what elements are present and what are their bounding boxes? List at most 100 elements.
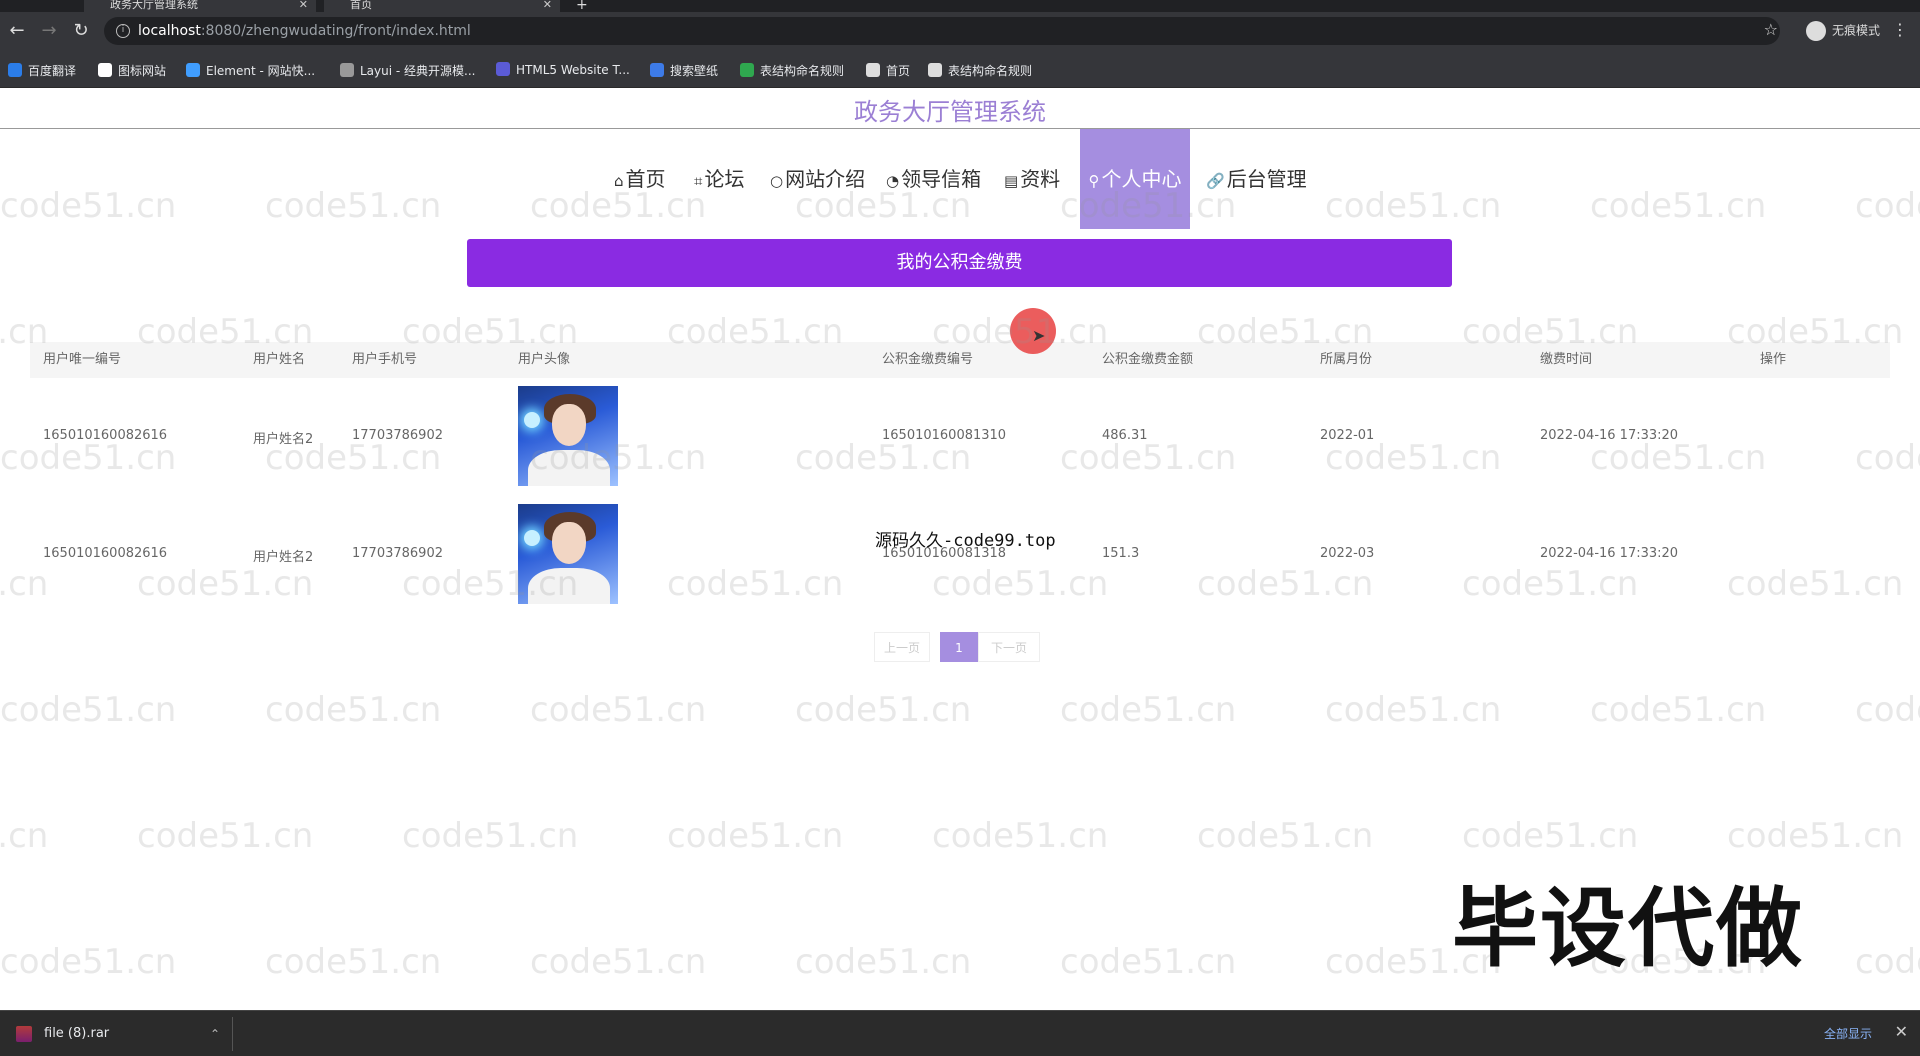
avatar bbox=[518, 504, 618, 604]
column-header: 公积金缴费编号 bbox=[882, 352, 974, 367]
bookmark-icon bbox=[740, 63, 754, 77]
bookmark-icon bbox=[928, 63, 942, 77]
chevron-up-icon[interactable]: ⌃ bbox=[210, 1021, 220, 1047]
incognito-icon bbox=[1805, 21, 1826, 41]
column-header: 用户手机号 bbox=[352, 352, 418, 367]
bookmark-item[interactable]: HTML5 Website T... bbox=[496, 62, 630, 77]
bookmark-label: 图标网站 bbox=[118, 64, 167, 78]
section-title: 我的公积金缴费 bbox=[467, 239, 1452, 287]
bookmark-label: 百度翻译 bbox=[28, 64, 77, 78]
browser-menu-icon[interactable]: ⋮ bbox=[1892, 20, 1908, 39]
bookmark-label: HTML5 Website T... bbox=[516, 63, 630, 77]
close-icon[interactable]: ✕ bbox=[299, 0, 308, 10]
main-nav: ⌂ 首页 ⌗ 论坛 ○ 网站介绍 ◔ 领导信箱 ▤ 资料 ⚲ 个人中心 🔗 后台管理 bbox=[0, 129, 1920, 229]
show-all-downloads-link[interactable]: 全部显示 bbox=[1824, 1025, 1872, 1042]
nav-label: 首页 bbox=[625, 167, 666, 191]
mouse-cursor-icon: ➤ bbox=[1032, 326, 1046, 345]
info-icon[interactable]: i bbox=[116, 24, 130, 38]
nav-item-home[interactable]: ⌂ 首页 bbox=[614, 129, 690, 229]
bookmark-item[interactable]: 图标网站 bbox=[98, 62, 166, 79]
prev-page-button[interactable]: 上一页 bbox=[874, 632, 930, 662]
bookmark-icon bbox=[186, 63, 200, 77]
bookmark-icon bbox=[98, 63, 112, 77]
cell-fund-id: 165010160081310 bbox=[882, 428, 1007, 443]
nav-label: 领导信箱 bbox=[901, 167, 982, 191]
column-header: 所属月份 bbox=[1320, 352, 1373, 367]
nav-item-personal[interactable]: ⚲ 个人中心 bbox=[1080, 129, 1190, 229]
bookmark-label: 首页 bbox=[886, 64, 911, 78]
back-icon[interactable]: ← bbox=[6, 20, 28, 42]
bookmark-icon bbox=[8, 63, 22, 77]
nav-label: 资料 bbox=[1020, 167, 1061, 191]
cell-phone: 17703786902 bbox=[352, 546, 443, 561]
column-header: 用户头像 bbox=[518, 352, 571, 367]
cell-user-id: 165010160082616 bbox=[43, 428, 168, 443]
tab-title: 首页 bbox=[350, 0, 372, 11]
cell-paid-at: 2022-04-16 17:33:20 bbox=[1540, 428, 1679, 443]
forward-icon[interactable]: → bbox=[38, 20, 60, 42]
forum-icon: ⌗ bbox=[694, 172, 703, 190]
nav-item-mailbox[interactable]: ◔ 领导信箱 bbox=[886, 129, 998, 229]
bookmark-label: 表结构命名规则 bbox=[760, 64, 845, 78]
bookmark-label: Layui - 经典开源模... bbox=[360, 64, 476, 78]
divider bbox=[232, 1017, 233, 1051]
nav-item-admin[interactable]: 🔗 后台管理 bbox=[1206, 129, 1316, 229]
bookmark-item[interactable]: Element - 网站快... bbox=[186, 62, 315, 79]
cell-phone: 17703786902 bbox=[352, 428, 443, 443]
cell-paid-at: 2022-04-16 17:33:20 bbox=[1540, 546, 1679, 561]
bookmark-item[interactable]: 首页 bbox=[866, 62, 910, 79]
avatar bbox=[518, 386, 618, 486]
home-icon: ⌂ bbox=[614, 172, 624, 190]
bookmark-item[interactable]: 表结构命名规则 bbox=[928, 62, 1032, 79]
incognito-label: 无痕模式 bbox=[1831, 23, 1880, 38]
reload-icon[interactable]: ↻ bbox=[70, 20, 92, 42]
bookmark-icon bbox=[650, 63, 664, 77]
incognito-badge[interactable]: 无痕模式 bbox=[1805, 21, 1880, 41]
nav-label: 个人中心 bbox=[1101, 167, 1182, 191]
cell-month: 2022-03 bbox=[1320, 546, 1375, 561]
personal-icon: ⚲ bbox=[1088, 172, 1100, 190]
address-toolbar: ← → ↻ i localhost:8080/zhengwudating/fro… bbox=[0, 12, 1920, 52]
next-page-button[interactable]: 下一页 bbox=[978, 632, 1040, 662]
mailbox-icon: ◔ bbox=[886, 172, 900, 190]
bookmark-icon bbox=[496, 62, 510, 76]
close-icon[interactable]: ✕ bbox=[1895, 1022, 1908, 1041]
cell-user-id: 165010160082616 bbox=[43, 546, 168, 561]
tab-title: 政务大厅管理系统 bbox=[110, 0, 198, 11]
download-filename: file (8).rar bbox=[44, 1026, 110, 1041]
bookmark-icon bbox=[866, 63, 880, 77]
page-1-button[interactable]: 1 bbox=[940, 632, 978, 662]
download-item[interactable]: file (8).rar ⌃ bbox=[14, 1021, 220, 1047]
bookmark-icon bbox=[340, 63, 354, 77]
url-path: :8080/zhengwudating/front/index.html bbox=[200, 23, 471, 39]
column-header: 操作 bbox=[1760, 352, 1787, 367]
overlay-big-text: 毕设代做 bbox=[1452, 879, 1804, 979]
bookmark-item[interactable]: 百度翻译 bbox=[8, 62, 76, 79]
bookmark-item[interactable]: Layui - 经典开源模... bbox=[340, 62, 475, 79]
close-icon[interactable]: ✕ bbox=[543, 0, 552, 10]
column-header: 用户唯一编号 bbox=[43, 352, 122, 367]
cell-month: 2022-01 bbox=[1320, 428, 1375, 443]
overlay-code-text: 源码久久-code99.top bbox=[875, 531, 1056, 551]
tab-home[interactable]: 首页 ✕ bbox=[324, 0, 560, 12]
bookmarks-bar: 百度翻译 图标网站 Element - 网站快... Layui - 经典开源模...… bbox=[0, 52, 1920, 88]
url-field[interactable]: i localhost:8080/zhengwudating/front/ind… bbox=[104, 17, 1780, 45]
bookmark-item[interactable]: 表结构命名规则 bbox=[740, 62, 844, 79]
bookmark-star-icon[interactable]: ☆ bbox=[1764, 20, 1778, 39]
about-icon: ○ bbox=[770, 172, 784, 190]
table-row: 165010160082616 用户姓名2 17703786902 165010160… bbox=[30, 386, 1890, 502]
cell-amount: 486.31 bbox=[1102, 428, 1148, 443]
docs-icon: ▤ bbox=[1004, 172, 1019, 190]
nav-item-forum[interactable]: ⌗ 论坛 bbox=[694, 129, 764, 229]
url-host: localhost bbox=[138, 23, 201, 39]
nav-label: 论坛 bbox=[704, 167, 745, 191]
bookmark-label: 搜索壁纸 bbox=[670, 64, 719, 78]
bookmark-item[interactable]: 搜索壁纸 bbox=[650, 62, 718, 79]
admin-icon: 🔗 bbox=[1206, 172, 1225, 190]
nav-item-docs[interactable]: ▤ 资料 bbox=[1004, 129, 1070, 229]
tab-admin[interactable]: 政务大厅管理系统 ✕ bbox=[84, 0, 316, 12]
nav-item-about[interactable]: ○ 网站介绍 bbox=[770, 129, 878, 229]
site-title: 政务大厅管理系统 bbox=[854, 98, 1046, 126]
browser-tab-strip: 政务大厅管理系统 ✕ 首页 ✕ + bbox=[0, 0, 1920, 13]
bookmark-label: 表结构命名规则 bbox=[948, 64, 1033, 78]
